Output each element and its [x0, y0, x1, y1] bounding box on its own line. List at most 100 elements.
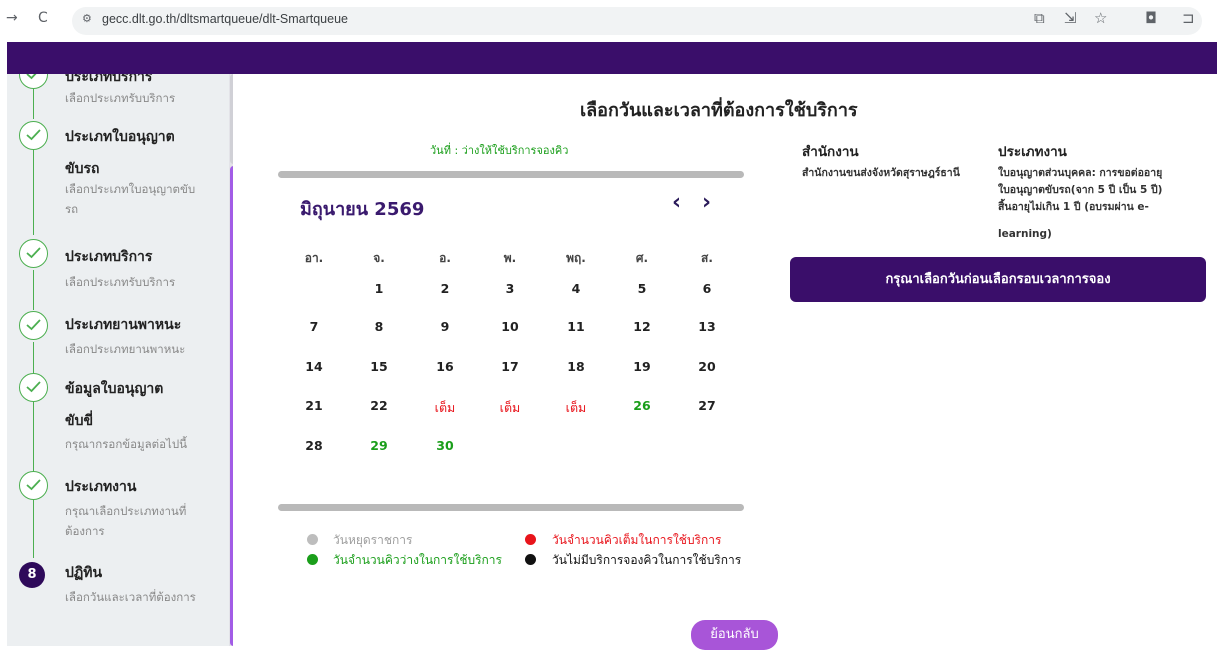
calendar-day[interactable]: 13: [687, 319, 727, 334]
step-complete-check-icon: [19, 471, 48, 500]
calendar-day[interactable]: 11: [556, 319, 596, 334]
calendar-top-divider: [278, 171, 744, 178]
step-title: ประเภทงาน: [65, 479, 137, 495]
prev-month-icon[interactable]: ‹: [672, 190, 681, 215]
step-title: ปฏิทิน: [65, 565, 103, 581]
steps-sidebar: ประเภทบริการ เลือกประเภทรับบริการ ประเภท…: [7, 74, 233, 646]
weekday-header: อ.: [439, 251, 451, 265]
step-subtitle: เลือกประเภทรับบริการ: [65, 275, 176, 289]
weekday-header: ศ.: [635, 251, 649, 265]
site-header: [7, 42, 1217, 74]
step-subtitle: เลือกประเภทใบอนุญาตขับ: [65, 182, 196, 196]
office-label: สำนักงาน: [802, 144, 859, 160]
legend-none-dot: [525, 554, 536, 565]
bookmark-star-icon[interactable]: ☆: [1094, 9, 1107, 27]
legend-holiday-dot: [307, 534, 318, 545]
calendar-day-available[interactable]: 29: [359, 438, 399, 453]
calendar-day[interactable]: 3: [490, 281, 530, 296]
site-info-icon[interactable]: ⚙: [82, 12, 92, 25]
job-type-line: ใบอนุญาตขับรถ(จาก 5 ปี เป็น 5 ปี): [998, 184, 1163, 196]
scrollbar-thumb[interactable]: [230, 166, 233, 646]
month-label: มิถุนายน 2569: [300, 199, 425, 220]
reload-icon[interactable]: C: [38, 10, 48, 26]
step-complete-check-icon: [19, 239, 48, 268]
weekday-header: อา.: [304, 251, 324, 265]
calendar-day[interactable]: 2: [425, 281, 465, 296]
calendar-day-full[interactable]: เต็ม: [490, 398, 530, 418]
step-complete-check-icon: [19, 74, 48, 89]
calendar-day[interactable]: 27: [687, 398, 727, 413]
calendar-day[interactable]: 17: [490, 359, 530, 374]
step-complete-check-icon: [19, 121, 48, 150]
step-connector: [33, 270, 34, 310]
calendar-day[interactable]: 21: [294, 398, 334, 413]
calendar-day[interactable]: 16: [425, 359, 465, 374]
sidepanel-icon[interactable]: ⊐: [1182, 9, 1195, 27]
calendar-day[interactable]: 28: [294, 438, 334, 453]
select-date-first-banner: กรุณาเลือกวันก่อนเลือกรอบเวลาการจอง: [790, 257, 1206, 302]
calendar-day-available[interactable]: 26: [622, 398, 662, 413]
step-subtitle-line2: ต้องการ: [65, 524, 105, 538]
step-complete-check-icon: [19, 311, 48, 340]
pocket-icon[interactable]: ◘: [1145, 9, 1157, 27]
weekday-header: พฤ.: [566, 251, 586, 265]
calendar-day[interactable]: 18: [556, 359, 596, 374]
step-title: ประเภทใบอนุญาต: [65, 129, 175, 145]
weekday-header: จ.: [373, 251, 385, 265]
calendar-bottom-divider: [278, 504, 744, 511]
calendar-day[interactable]: 6: [687, 281, 727, 296]
date-hint: วันที่ : ว่างให้ใช้บริการจองคิว: [430, 144, 569, 157]
step-title: ข้อมูลใบอนุญาต: [65, 381, 164, 397]
step-subtitle: กรุณากรอกข้อมูลต่อไปนี้: [65, 437, 187, 451]
calendar-day[interactable]: 14: [294, 359, 334, 374]
calendar-day-full[interactable]: เต็ม: [425, 398, 465, 418]
calendar-day[interactable]: 22: [359, 398, 399, 413]
step-subtitle: เลือกวันและเวลาที่ต้องการ: [65, 590, 196, 604]
office-value: สำนักงานขนส่งจังหวัดสุราษฎร์ธานี: [802, 167, 960, 179]
browser-toolbar: → C ⚙ gecc.dlt.go.th/dltsmartqueue/dlt-S…: [0, 0, 1217, 42]
job-type-label: ประเภทงาน: [998, 144, 1067, 160]
calendar-day[interactable]: 9: [425, 319, 465, 334]
step-subtitle: เลือกประเภทยานพาหนะ: [65, 342, 186, 356]
step-subtitle: กรุณาเลือกประเภทงานที่: [65, 504, 187, 518]
weekday-header: ส.: [701, 251, 713, 265]
legend-full-dot: [525, 534, 536, 545]
calendar-day[interactable]: 8: [359, 319, 399, 334]
step-connector: [33, 150, 34, 235]
step-connector: [33, 500, 34, 558]
url-text[interactable]: gecc.dlt.go.th/dltsmartqueue/dlt-Smartqu…: [102, 12, 348, 26]
calendar-day[interactable]: 4: [556, 281, 596, 296]
translate-icon[interactable]: ⧉: [1034, 9, 1045, 27]
step-number-badge: 8: [19, 562, 45, 588]
calendar-day[interactable]: 19: [622, 359, 662, 374]
calendar-day[interactable]: 7: [294, 319, 334, 334]
calendar-day-full[interactable]: เต็ม: [556, 398, 596, 418]
calendar-day[interactable]: 1: [359, 281, 399, 296]
install-icon[interactable]: ⇲: [1064, 9, 1077, 27]
forward-icon[interactable]: →: [6, 10, 18, 26]
step-complete-check-icon: [19, 373, 48, 402]
legend-holiday-label: วันหยุดราชการ: [333, 533, 413, 547]
step-title-line2: ขับรถ: [65, 161, 100, 177]
legend-none-label: วันไม่มีบริการจองคิวในการใช้บริการ: [552, 553, 742, 567]
calendar-day[interactable]: 5: [622, 281, 662, 296]
calendar-day[interactable]: 15: [359, 359, 399, 374]
job-type-line: สิ้นอายุไม่เกิน 1 ปี (อบรมผ่าน e-: [998, 201, 1149, 213]
scrollbar-thumb-inactive: [230, 74, 233, 164]
legend-available-dot: [307, 554, 318, 565]
step-subtitle: เลือกประเภทรับบริการ: [65, 91, 176, 105]
page-title: เลือกวันและเวลาที่ต้องการใช้บริการ: [580, 100, 858, 121]
legend-full-label: วันจำนวนคิวเต็มในการใช้บริการ: [552, 533, 722, 547]
calendar-day-available[interactable]: 30: [425, 438, 465, 453]
step-connector: [33, 342, 34, 374]
next-month-icon[interactable]: ›: [702, 190, 711, 215]
step-title: ประเภทบริการ: [65, 249, 153, 265]
weekday-header: พ.: [503, 251, 517, 265]
job-type-line: learning): [998, 228, 1052, 240]
step-title: ประเภทยานพาหนะ: [65, 317, 182, 333]
calendar-day[interactable]: 12: [622, 319, 662, 334]
calendar-day[interactable]: 10: [490, 319, 530, 334]
calendar-day[interactable]: 20: [687, 359, 727, 374]
step-subtitle-line2: รถ: [65, 202, 79, 216]
job-type-line: ใบอนุญาตส่วนบุคคล: การขอต่ออายุ: [998, 167, 1163, 179]
